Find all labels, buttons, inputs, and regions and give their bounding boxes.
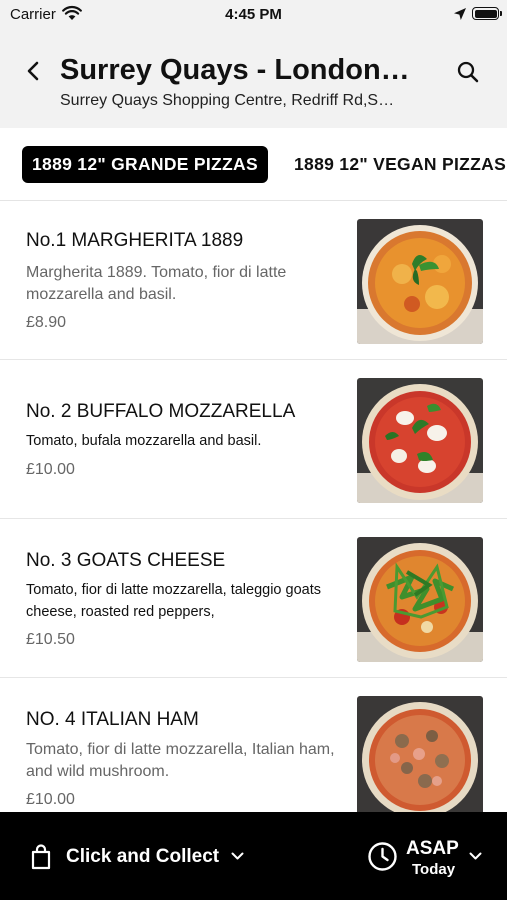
item-photo [357, 696, 483, 812]
location-arrow-icon [454, 8, 466, 20]
order-mode-selector[interactable]: Click and Collect [66, 846, 219, 868]
shopping-bag-icon [31, 844, 51, 870]
item-name: NO. 4 ITALIAN HAM [26, 709, 199, 730]
item-name: No. 3 GOATS CHEESE [26, 550, 226, 571]
chevron-down-icon[interactable] [231, 852, 244, 861]
order-time-selector[interactable]: ASAP [406, 838, 459, 860]
item-price: £10.00 [26, 461, 75, 478]
tab-vegan-pizzas[interactable]: 1889 12" VEGAN PIZZAS [294, 146, 506, 183]
store-address: Surrey Quays Shopping Centre, Redriff Rd… [60, 92, 395, 109]
order-day-label: Today [412, 861, 456, 878]
back-button[interactable] [24, 60, 42, 82]
item-price: £10.50 [26, 631, 75, 648]
item-price: £10.00 [26, 791, 75, 808]
menu-item-margherita[interactable]: No.1 MARGHERITA 1889 Margherita 1889. To… [0, 201, 507, 360]
clock-icon [368, 842, 397, 871]
category-tabs: 1889 12" GRANDE PIZZAS 1889 12" VEGAN PI… [0, 128, 507, 201]
item-photo [357, 219, 483, 344]
store-header: Surrey Quays - London… Surrey Quays Shop… [0, 30, 507, 128]
battery-icon [472, 7, 502, 20]
menu-list: No.1 MARGHERITA 1889 Margherita 1889. To… [0, 201, 507, 812]
item-photo [357, 378, 483, 503]
tab-grande-pizzas[interactable]: 1889 12" GRANDE PIZZAS [22, 146, 268, 183]
status-bar: Carrier 4:45 PM [0, 0, 507, 30]
order-options-bar: Click and Collect ASAP Today [0, 812, 507, 900]
search-icon[interactable] [456, 60, 480, 84]
item-price: £8.90 [26, 314, 67, 331]
chevron-down-icon[interactable] [469, 852, 482, 861]
item-description: Margherita 1889. Tomato, fior di latte m… [26, 264, 287, 303]
item-description: Tomato, fior di latte mozzarella, talegg… [26, 582, 321, 620]
store-title: Surrey Quays - London… [60, 54, 410, 86]
item-photo [357, 537, 483, 662]
menu-item-goats-cheese[interactable]: No. 3 GOATS CHEESE Tomato, fior di latte… [0, 519, 507, 678]
clock-time: 4:45 PM [225, 6, 282, 23]
menu-item-buffalo-mozzarella[interactable]: No. 2 BUFFALO MOZZARELLA Tomato, bufala … [0, 360, 507, 519]
item-name: No. 2 BUFFALO MOZZARELLA [26, 401, 296, 422]
menu-item-italian-ham[interactable]: NO. 4 ITALIAN HAM Tomato, fior di latte … [0, 678, 507, 812]
item-name: No.1 MARGHERITA 1889 [26, 230, 244, 251]
item-description: Tomato, fior di latte mozzarella, Italia… [26, 741, 335, 780]
item-description: Tomato, bufala mozzarella and basil. [26, 433, 262, 449]
